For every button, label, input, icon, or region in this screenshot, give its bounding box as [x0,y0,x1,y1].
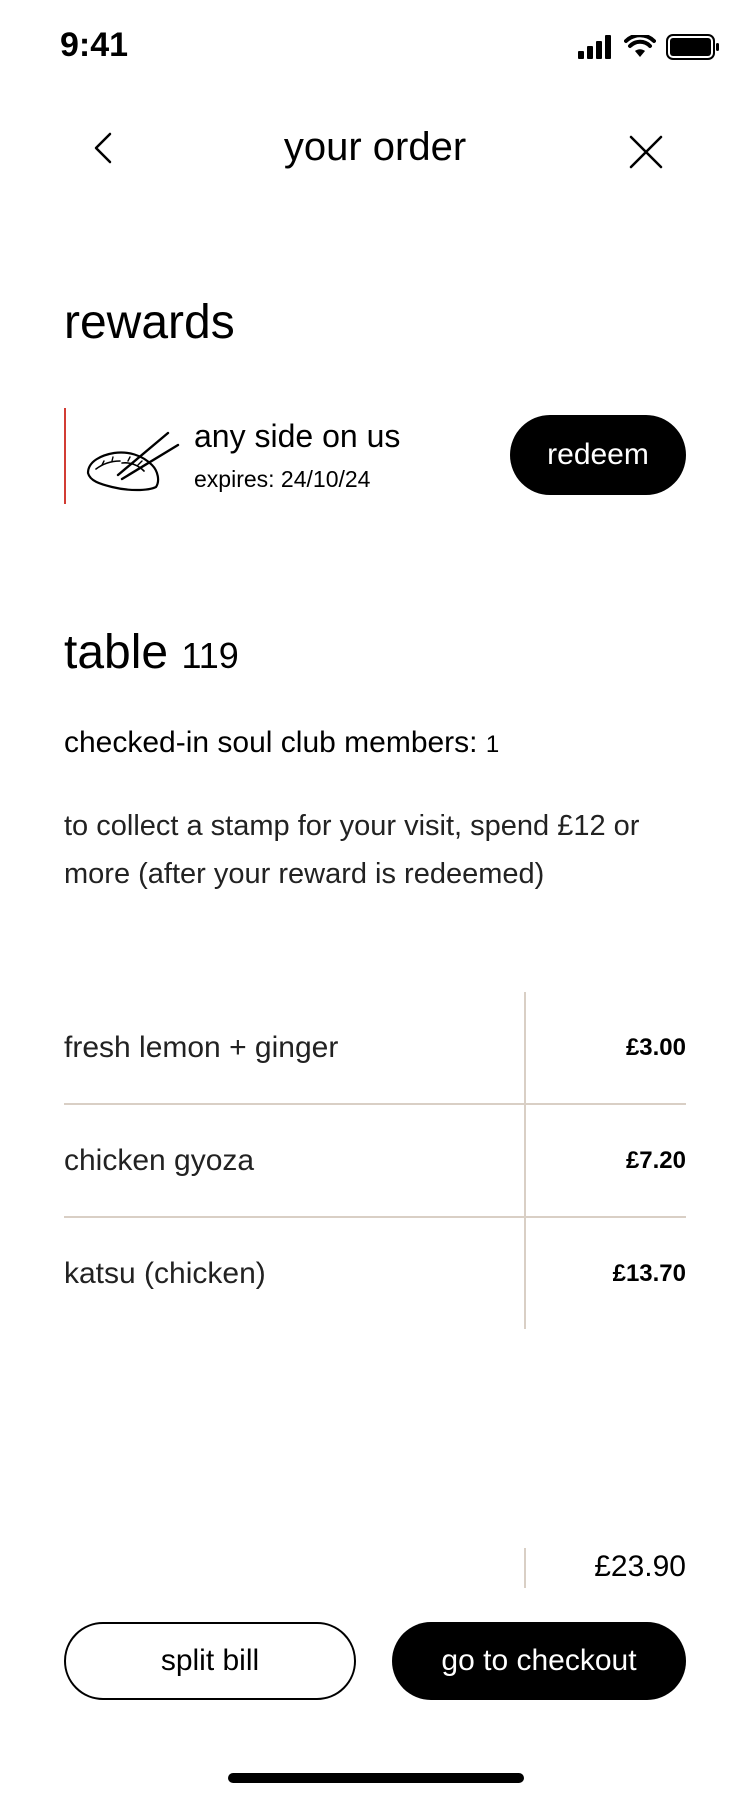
reward-accent-bar [64,408,66,504]
redeem-button[interactable]: redeem [510,415,686,495]
order-item-name: chicken gyoza [64,1143,255,1177]
home-indicator[interactable] [228,1773,524,1783]
members-line: checked-in soul club members: 1 [64,726,499,760]
order-item-price: £13.70 [612,1259,686,1287]
rewards-heading: rewards [64,296,235,349]
order-row: katsu (chicken) £13.70 [64,1218,686,1329]
order-item-price: £7.20 [625,1146,686,1174]
status-time: 9:41 [60,26,129,64]
members-count: 1 [485,731,500,758]
split-bill-button[interactable]: split bill [64,1622,356,1700]
table-heading: table 119 [64,625,239,680]
total-divider [524,1548,526,1588]
order-row: chicken gyoza £7.20 [64,1105,686,1218]
battery-icon [666,34,719,60]
wifi-icon [624,35,656,57]
order-item-price: £3.00 [625,1033,686,1061]
cellular-signal-icon [578,35,611,59]
reward-name: any side on us [194,418,401,454]
table-label: table [64,626,169,679]
status-icons [578,34,720,60]
close-button[interactable] [628,134,664,170]
reward-expiry: expires: 24/10/24 [194,466,371,492]
order-total: £23.90 [594,1550,686,1583]
order-item-name: fresh lemon + ginger [64,1030,339,1064]
gyoza-chopsticks-icon [82,425,182,497]
close-icon [629,135,663,169]
members-label: checked-in soul club members: [64,726,478,759]
order-item-name: katsu (chicken) [64,1256,266,1290]
order-list: fresh lemon + ginger £3.00 chicken gyoza… [64,992,686,1329]
order-row: fresh lemon + ginger £3.00 [64,992,686,1105]
checkout-button[interactable]: go to checkout [392,1622,686,1700]
table-number: 119 [181,635,239,676]
stamp-info: to collect a stamp for your visit, spend… [64,810,640,890]
